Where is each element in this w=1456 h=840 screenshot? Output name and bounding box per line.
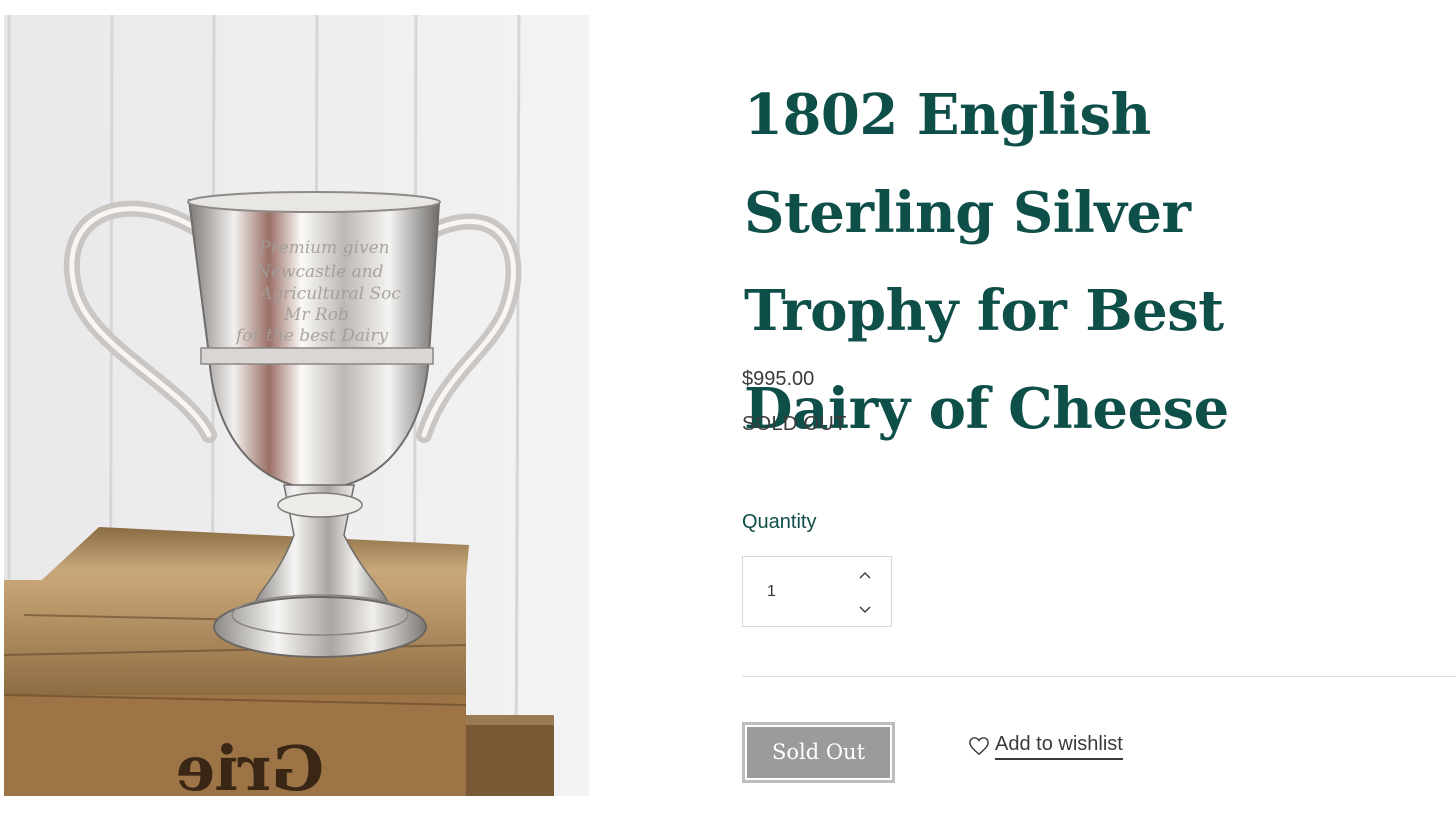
svg-text:Newcastle and: Newcastle and xyxy=(255,262,384,282)
stock-status: SOLD OUT xyxy=(742,413,847,435)
svg-text:for the best Dairy: for the best Dairy xyxy=(234,326,389,346)
product-page: Grie Premium given Newcastle and Agricul… xyxy=(0,0,1456,840)
wishlist-label: Add to wishlist xyxy=(995,732,1123,760)
product-title: 1802 English Sterling Silver Trophy for … xyxy=(744,82,1229,442)
quantity-label: Quantity xyxy=(742,511,817,533)
add-to-wishlist-link[interactable]: Add to wishlist xyxy=(968,729,1123,763)
quantity-input[interactable] xyxy=(767,583,847,601)
chevron-up-icon[interactable] xyxy=(855,565,875,585)
svg-text:Agricultural Soc: Agricultural Soc xyxy=(258,284,401,304)
svg-text:Mr Rob: Mr Rob xyxy=(283,305,349,325)
heart-icon xyxy=(969,737,989,756)
chevron-down-icon[interactable] xyxy=(855,599,875,619)
sold-out-button[interactable]: Sold Out xyxy=(742,722,895,783)
svg-text:Premium given: Premium given xyxy=(258,238,390,258)
product-image-art: Grie Premium given Newcastle and Agricul… xyxy=(4,15,589,796)
product-image[interactable]: Grie Premium given Newcastle and Agricul… xyxy=(4,15,589,796)
product-price: $995.00 xyxy=(742,368,815,390)
quantity-stepper xyxy=(742,556,892,627)
svg-text:Grie: Grie xyxy=(175,732,324,796)
section-divider xyxy=(742,676,1456,677)
